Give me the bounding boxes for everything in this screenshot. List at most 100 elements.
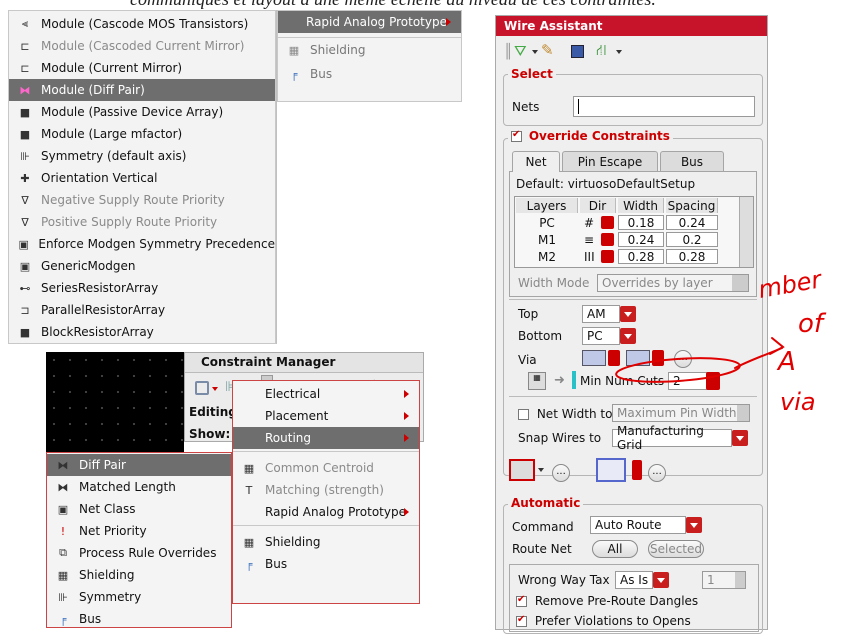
wire-box-icon[interactable] [596,458,626,482]
column-header[interactable]: Spacing [666,198,718,213]
snap-wires-dropdown[interactable] [732,430,748,446]
width-cell[interactable]: 0.24 [618,232,664,247]
show-label: Show: [189,427,231,441]
menu-item-negative-supply-route-priority[interactable]: ∇ Negative Supply Route Priority [9,189,275,211]
chevron-down-icon[interactable] [212,387,218,391]
tab-label: Net [525,155,547,169]
column-header[interactable]: Dir [580,198,616,213]
menu-item-module-cascoded-current-mirror[interactable]: ⊏ Module (Cascoded Current Mirror) [9,35,275,57]
menu-frame [232,380,420,604]
wrong-way-number-value: 1 [707,573,715,587]
top-label: Top [518,307,539,321]
direction-dropdown[interactable] [601,233,614,246]
checkbox[interactable] [518,409,529,420]
nets-input[interactable] [573,96,755,117]
table-row[interactable]: PC #0.18 0.24 [515,215,721,231]
net-width-checkbox[interactable]: Net Width to [518,407,612,421]
menu-item-module-current-mirror[interactable]: ⊏ Module (Current Mirror) [9,57,275,79]
menu-item-orientation-vertical[interactable]: ✚ Orientation Vertical [9,167,275,189]
menu-item-enforce-modgen-symmetry-precedence[interactable]: ▣ Enforce Modgen Symmetry Precedence [9,233,275,255]
submenu-item-matched-length[interactable]: ⧓ Matched Length [47,476,231,498]
submenu-item-process-rule-overrides[interactable]: ⧉ Process Rule Overrides [47,542,231,564]
spacing-cell[interactable]: 0.28 [666,249,718,264]
menu-item-blockresistorarray[interactable]: ■ BlockResistorArray [9,321,275,343]
prefer-violations-checkbox[interactable]: Prefer Violations to Opens [516,614,691,628]
width-cell[interactable]: 0.18 [618,215,664,230]
menu-item-shielding[interactable]: ▦ Shielding [278,39,461,61]
submenu-item-diff-pair[interactable]: ⧓ Diff Pair [47,454,231,476]
direction-cell[interactable]: # [580,215,616,230]
positive-supply-icon: ∇ [21,215,29,229]
width-cell[interactable]: 0.28 [618,249,664,264]
tab-bus[interactable]: Bus [660,151,724,171]
block-resistor-icon: ■ [19,325,31,339]
table-scrollbar[interactable] [739,197,753,267]
command-select[interactable]: Auto Route [590,516,686,534]
chevron-down-icon[interactable] [532,50,538,54]
submenu-item-shielding[interactable]: ▦ Shielding [47,564,231,586]
route-all-button[interactable]: All [592,540,638,558]
menu-item-module-large-mfactor[interactable]: ■ Module (Large mfactor) [9,123,275,145]
constraint-manager-titlebar: Constraint Manager [185,353,423,373]
layout-canvas[interactable] [46,352,184,452]
save-icon[interactable] [195,381,209,395]
checkbox[interactable] [516,614,527,627]
menu-item-symmetry-default-axis[interactable]: ⊪ Symmetry (default axis) [9,145,275,167]
route-selected-button[interactable]: Selected [648,540,704,558]
more-button[interactable]: ... [552,464,570,482]
menu-item-label: Diff Pair [79,458,126,472]
wire-assistant-icon[interactable]: ⛛ [514,42,527,60]
remove-dangles-checkbox[interactable]: Remove Pre-Route Dangles [516,594,698,608]
menu-item-rapid-analog-prototype[interactable]: Rapid Analog Prototype [278,11,461,33]
more-button[interactable]: ... [648,464,666,482]
menu-item-genericmodgen[interactable]: ▣ GenericModgen [9,255,275,277]
checkbox[interactable] [511,129,522,142]
menu-item-parallelresistorarray[interactable]: ⊐ ParallelResistorArray [9,299,275,321]
menu-item-seriesresistorarray[interactable]: ⊷ SeriesResistorArray [9,277,275,299]
menu-item-module-passive-device-array[interactable]: ■ Module (Passive Device Array) [9,101,275,123]
checkbox[interactable] [516,594,527,607]
menu-item-label: Module (Passive Device Array) [41,105,224,119]
tab-net[interactable]: Net [512,151,560,172]
submenu-item-bus[interactable]: ╒ Bus [47,608,231,630]
net-priority-icon: ! [60,524,66,538]
snap-wires-select[interactable]: Manufacturing Grid [612,424,732,452]
wrong-way-number[interactable]: 1 [702,571,746,589]
focus-marker [572,371,576,389]
save-icon[interactable] [571,45,584,58]
menu-item-label: Module (Large mfactor) [41,127,183,141]
chevron-down-icon[interactable] [538,468,544,472]
menu-item-module-cascode-mos-transistors[interactable]: ⫷ Module (Cascode MOS Transistors) [9,13,275,35]
direction-cell[interactable]: ≡ [580,232,616,247]
submenu-item-symmetry[interactable]: ⊪ Symmetry [47,586,231,608]
route-grid-icon[interactable] [509,459,535,481]
ruler-icon[interactable]: ✎ [541,41,554,59]
net-icon[interactable]: ⛙ [596,41,607,61]
submenu-item-net-priority[interactable]: ! Net Priority [47,520,231,542]
direction-dropdown[interactable] [601,250,614,263]
column-header[interactable]: Width [618,198,664,213]
direction-cell[interactable]: III [580,249,616,264]
submenu-item-net-class[interactable]: ▣ Net Class [47,498,231,520]
annotation-letter-a: A [776,347,796,377]
command-dropdown[interactable] [686,517,702,533]
menu-item-bus[interactable]: ╒ Bus [278,63,461,85]
tab-pin-escape[interactable]: Pin Escape [562,151,658,171]
layer-cell: M2 [538,249,556,264]
panel-title: Wire Assistant [504,19,603,33]
table-row[interactable]: M2 III 0.28 0.28 [515,249,721,265]
spacing-cell[interactable]: 0.24 [666,215,718,230]
editing-label: Editing [189,405,237,419]
spacing-cell[interactable]: 0.2 [666,232,718,247]
wrong-way-dropdown[interactable] [653,572,669,588]
via-config-icon[interactable]: ▦ [528,372,546,390]
chevron-down-icon[interactable] [616,50,622,54]
chevron-down-icon[interactable] [632,460,642,480]
direction-dropdown[interactable] [601,216,614,229]
menu-item-positive-supply-route-priority[interactable]: ∇ Positive Supply Route Priority [9,211,275,233]
column-header[interactable]: Layers [516,198,578,213]
wrong-way-select[interactable]: As Is [615,571,653,589]
menu-item-module-diff-pair[interactable]: ⧓ Module (Diff Pair) [9,79,275,101]
table-row[interactable]: M1 ≡ 0.24 0.2 [515,232,721,248]
override-constraints-checkbox[interactable]: Override Constraints [508,129,673,143]
